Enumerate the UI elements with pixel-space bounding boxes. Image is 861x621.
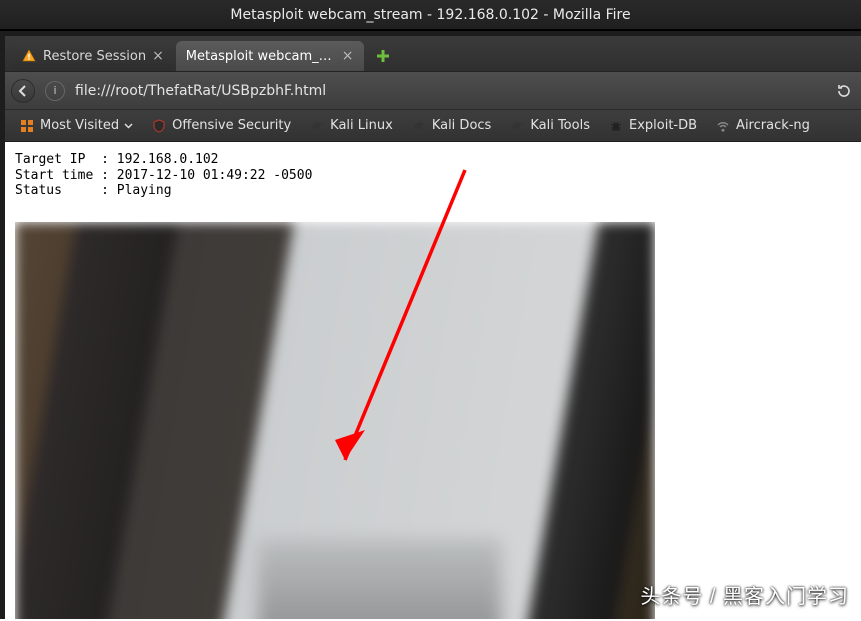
grid-icon [19,118,35,134]
target-ip-value: 192.168.0.102 [117,152,219,167]
status-label: Status : [15,183,117,198]
bookmark-label: Kali Docs [432,118,492,133]
tab-close-icon[interactable]: × [152,49,164,63]
back-button[interactable] [11,79,35,103]
bookmark-label: Kali Linux [330,118,393,133]
tab-webcam-stream[interactable]: Metasploit webcam_stre... × [176,41,364,71]
bookmark-label: Exploit-DB [629,118,697,133]
bookmark-offensive-security[interactable]: Offensive Security [143,115,299,137]
stream-metadata: Target IP : 192.168.0.102 Start time : 2… [5,142,861,201]
site-info-icon[interactable]: i [45,81,65,101]
bookmarks-toolbar: Most Visited Offensive Security Kali Lin… [5,110,861,142]
bookmark-kali-linux[interactable]: Kali Linux [301,115,401,137]
bookmark-exploit-db[interactable]: Exploit-DB [600,115,705,137]
bookmark-kali-tools[interactable]: Kali Tools [501,115,598,137]
tab-close-icon[interactable]: × [342,49,354,63]
bookmark-label: Kali Tools [530,118,590,133]
wifi-icon [715,118,731,134]
page-content: Target IP : 192.168.0.102 Start time : 2… [5,142,861,619]
url-text[interactable]: file:///root/ThefatRat/USBpzbhF.html [71,83,827,99]
bookmark-label: Offensive Security [172,118,291,133]
urlbar-row: i file:///root/ThefatRat/USBpzbhF.html [5,72,861,110]
bug-icon [608,118,624,134]
dragon-icon [509,118,525,134]
dragon-icon [411,118,427,134]
dragon-icon [309,118,325,134]
new-tab-button[interactable] [372,45,394,67]
status-value: Playing [117,183,172,198]
bookmark-label: Aircrack-ng [736,118,810,133]
start-time-value: 2017-12-10 01:49:22 -0500 [117,168,313,183]
target-ip-label: Target IP : [15,152,117,167]
window-titlebar: Metasploit webcam_stream - 192.168.0.102… [0,0,861,30]
shield-icon [151,118,167,134]
bookmark-aircrack-ng[interactable]: Aircrack-ng [707,115,818,137]
start-time-label: Start time : [15,168,117,183]
warning-icon [21,48,37,64]
window-title: Metasploit webcam_stream - 192.168.0.102… [230,7,630,23]
tab-restore-session[interactable]: Restore Session × [11,41,174,71]
reload-button[interactable] [833,80,855,102]
bookmark-most-visited[interactable]: Most Visited [11,115,141,137]
chevron-down-icon [124,121,133,130]
tab-label: Restore Session [43,49,146,64]
watermark: 头条号 / 黑客入门学习 [640,580,849,609]
bookmark-kali-docs[interactable]: Kali Docs [403,115,500,137]
webcam-image [15,222,655,619]
tab-label: Metasploit webcam_stre... [186,49,336,64]
tabstrip: Restore Session × Metasploit webcam_stre… [5,36,861,72]
bookmark-label: Most Visited [40,118,119,133]
webcam-stream [15,222,655,619]
